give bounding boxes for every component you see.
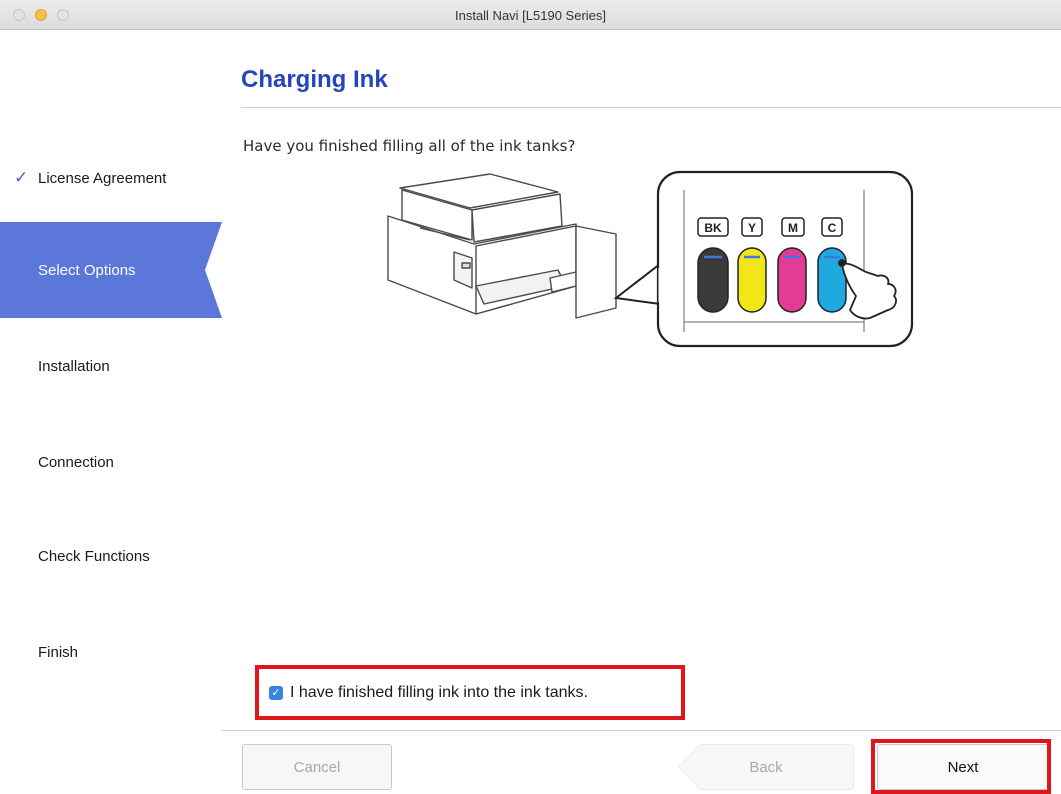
printer-icon [387, 173, 617, 319]
sidebar-item-label: Check Functions [38, 547, 150, 565]
sidebar-item-check-functions: Check Functions [0, 508, 222, 604]
sidebar-item-label: Select Options [38, 261, 136, 279]
sidebar-item-label: Connection [38, 453, 114, 471]
title-divider [241, 107, 1061, 108]
cancel-button[interactable]: Cancel [242, 744, 392, 790]
next-button-highlight [871, 739, 1051, 794]
sidebar-item-finish: Finish [0, 604, 222, 700]
sidebar-item-installation: Installation [0, 318, 222, 414]
ink-filled-checkbox[interactable]: ✓ [269, 686, 283, 700]
ink-tank-bk: BK [697, 217, 729, 313]
sidebar-item-select-options: Select Options [0, 222, 222, 318]
sidebar-item-label: License Agreement [38, 169, 167, 187]
ink-tank-y: Y [737, 217, 767, 313]
printer-ink-tanks-illustration: BK Y M C [387, 170, 914, 348]
back-button[interactable]: Back [678, 744, 854, 790]
ink-label-m: M [788, 221, 798, 235]
sidebar-item-label: Installation [38, 357, 110, 375]
step-sidebar: ✓ License Agreement Select Options Insta… [0, 30, 222, 794]
checkmark-icon: ✓ [14, 168, 29, 187]
back-button-label: Back [679, 745, 853, 789]
window-title: Install Navi [L5190 Series] [454, 8, 607, 23]
instruction-text: Have you finished filling all of the ink… [243, 137, 576, 155]
footer-divider [222, 730, 1061, 731]
confirm-checkbox-row[interactable]: ✓ I have finished filling ink into the i… [269, 684, 588, 702]
sidebar-item-connection: Connection [0, 414, 222, 510]
title-bar: Install Navi [L5190 Series] [0, 0, 1061, 30]
ink-tank-m: M [777, 217, 807, 313]
sidebar-item-license-agreement: ✓ License Agreement [0, 130, 222, 226]
ink-label-y: Y [748, 221, 756, 235]
ink-label-c: C [828, 221, 837, 235]
ink-label-bk: BK [704, 221, 722, 235]
sidebar-item-label: Finish [38, 643, 79, 661]
confirm-checkbox-label[interactable]: I have finished filling ink into the ink… [290, 684, 588, 702]
page-title: Charging Ink [241, 66, 388, 93]
